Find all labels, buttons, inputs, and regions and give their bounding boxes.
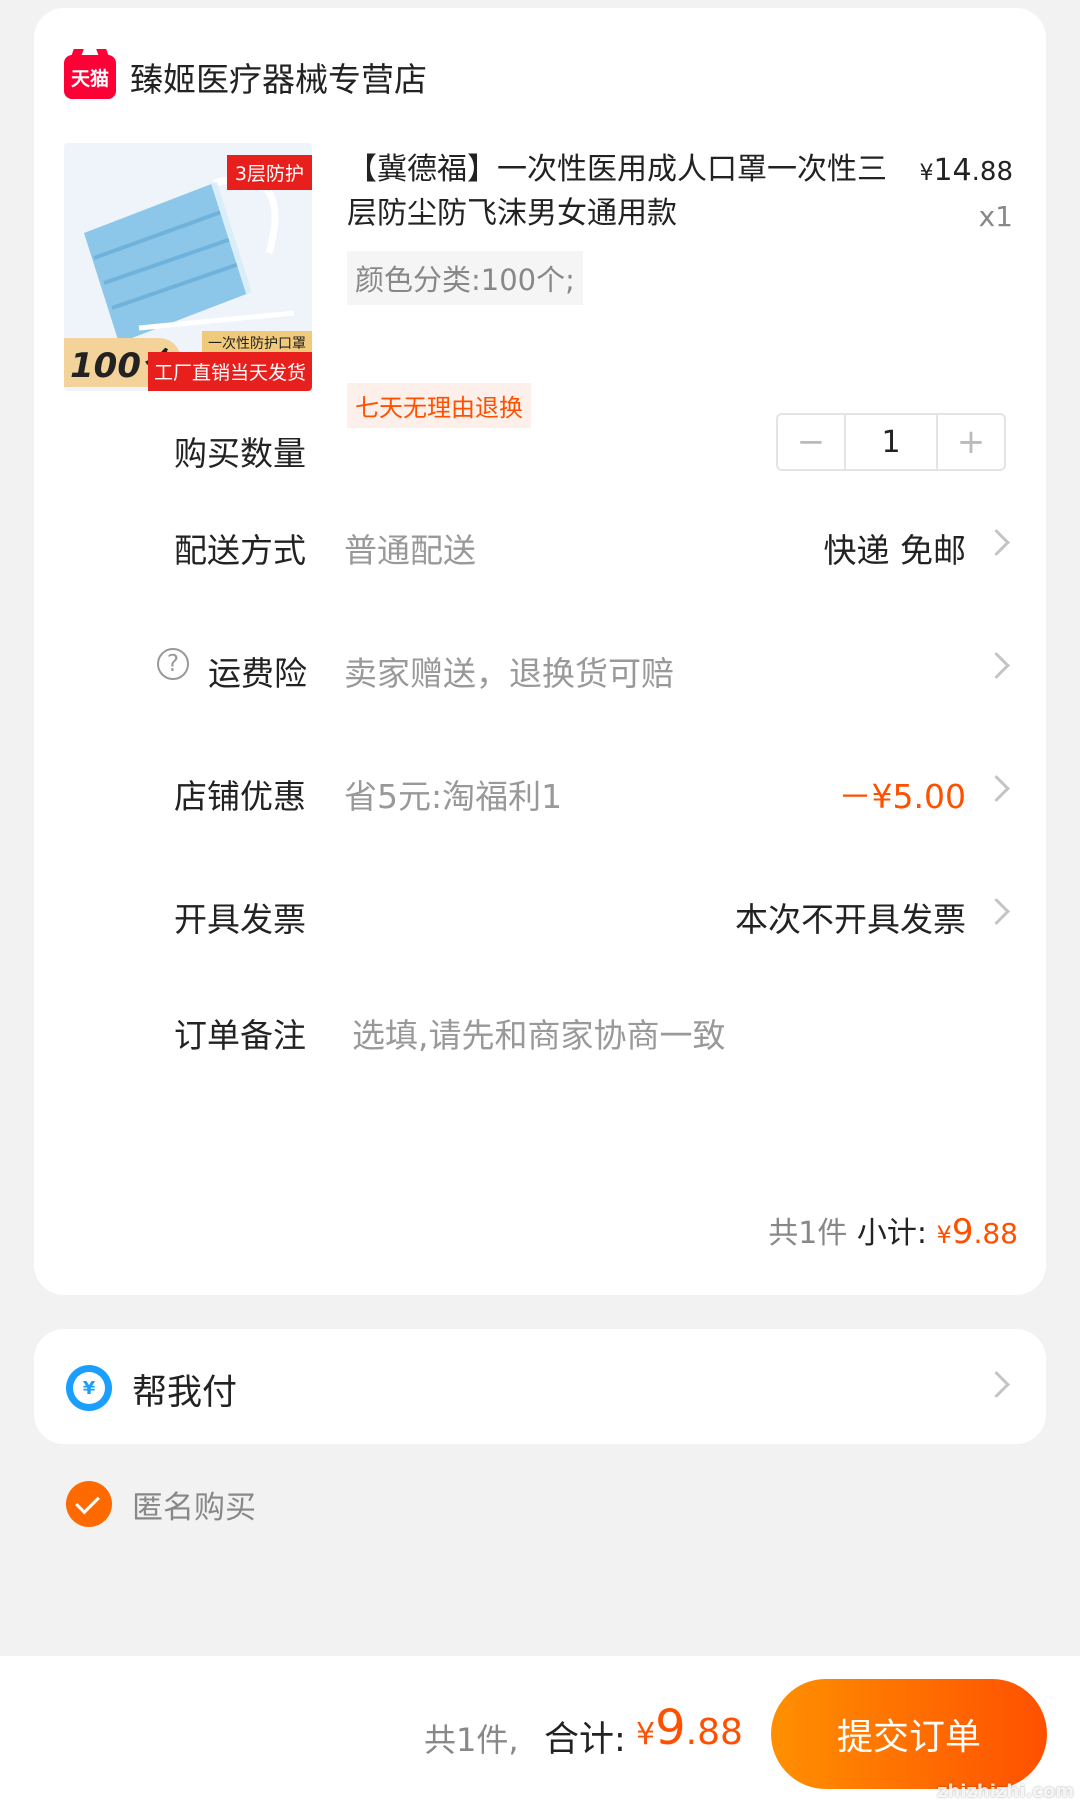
- price-decimal: .88: [971, 157, 1013, 187]
- total-label: 合计:: [544, 1720, 626, 1760]
- delivery-row[interactable]: 配送方式 普通配送 快递 免邮: [34, 510, 1046, 580]
- quantity-row: 购买数量 − 1 +: [34, 413, 1046, 483]
- shipping-insurance-row[interactable]: ? 运费险 卖家赠送，退换货可赔: [34, 633, 1046, 703]
- yuan-coin-icon: ¥: [66, 1365, 112, 1411]
- submit-order-button[interactable]: 提交订单: [771, 1679, 1047, 1789]
- product-price: ¥14.88: [919, 153, 1013, 188]
- quantity-label: 购买数量: [174, 434, 306, 473]
- total-integer: 9: [655, 1700, 686, 1756]
- store-discount-amount: －¥5.00: [838, 777, 966, 816]
- quantity-value[interactable]: 1: [844, 415, 938, 469]
- watermark: zhizhizhi.com: [936, 1781, 1074, 1802]
- thumb-slogan: 工厂直销当天发货: [147, 352, 312, 391]
- total-decimal: .88: [685, 1712, 743, 1753]
- delivery-label: 配送方式: [174, 531, 306, 570]
- chevron-right-icon: [983, 898, 1010, 925]
- decrement-button[interactable]: −: [778, 415, 844, 469]
- product-title[interactable]: 【冀德福】一次性医用成人口罩一次性三层防尘防飞沫男女通用款: [347, 148, 907, 236]
- subtotal-integer: 9: [951, 1212, 974, 1252]
- store-discount-label: 店铺优惠: [174, 777, 306, 816]
- subtotal-label: 小计:: [856, 1216, 927, 1251]
- delivery-value: 快递 免邮: [823, 531, 967, 570]
- anonymous-purchase-label: 匿名购买: [132, 1489, 256, 1526]
- pay-for-me-label: 帮我付: [132, 1373, 238, 1413]
- anonymous-purchase-toggle[interactable]: 匿名购买: [66, 1480, 256, 1528]
- checkout-bar: 共1件, 合计: ¥9.88 提交订单 zhizhizhi.com: [0, 1656, 1080, 1806]
- chevron-right-icon: [983, 529, 1010, 556]
- yuan-glyph: ¥: [73, 1372, 105, 1404]
- store-header[interactable]: 天猫 臻姬医疗器械专营店: [64, 48, 427, 106]
- store-discount-row[interactable]: 店铺优惠 省5元:淘福利1 －¥5.00: [34, 756, 1046, 826]
- subtotal: 共1件 小计: ¥9.88: [768, 1208, 1018, 1252]
- order-note-row: 订单备注 选填,请先和商家协商一致: [34, 995, 1046, 1065]
- tmall-logo-icon: 天猫: [64, 55, 116, 99]
- invoice-row[interactable]: 开具发票 本次不开具发票: [34, 879, 1046, 949]
- total-count: 共1件,: [424, 1721, 519, 1759]
- checkmark-icon[interactable]: [66, 1481, 112, 1527]
- shipping-insurance-desc: 卖家赠送，退换货可赔: [344, 654, 674, 693]
- price-integer: 14: [933, 153, 972, 188]
- subtotal-decimal: .88: [973, 1217, 1018, 1250]
- product-image[interactable]: 3层防护 一次性防护口罩 100个 工厂直销当天发货: [64, 143, 312, 391]
- chevron-right-icon: [983, 652, 1010, 679]
- chevron-right-icon: [983, 775, 1010, 802]
- shipping-insurance-label: 运费险: [208, 654, 307, 693]
- price-currency: ¥: [919, 161, 934, 186]
- store-discount-desc: 省5元:淘福利1: [344, 777, 563, 816]
- invoice-label: 开具发票: [174, 900, 306, 939]
- increment-button[interactable]: +: [938, 415, 1004, 469]
- order-note-label: 订单备注: [174, 1016, 306, 1055]
- store-name[interactable]: 臻姬医疗器械专营店: [130, 53, 427, 101]
- subtotal-count: 共1件: [768, 1216, 848, 1251]
- thumb-tag: 3层防护: [226, 155, 312, 190]
- subtotal-amount: ¥9.88: [937, 1212, 1018, 1252]
- total-amount: ¥9.88: [636, 1700, 743, 1756]
- help-icon[interactable]: ?: [157, 648, 189, 680]
- invoice-value: 本次不开具发票: [735, 900, 966, 939]
- order-card: 天猫 臻姬医疗器械专营店 3层防护 一次性防护口罩 100个 工厂直销当天发货 …: [34, 8, 1046, 1295]
- sku-chip[interactable]: 颜色分类:100个;: [347, 251, 583, 305]
- chevron-right-icon: [983, 1371, 1010, 1398]
- total-currency: ¥: [636, 1717, 656, 1752]
- order-note-input[interactable]: 选填,请先和商家协商一致: [352, 1009, 726, 1057]
- subtotal-currency: ¥: [936, 1221, 952, 1249]
- quantity-stepper[interactable]: − 1 +: [776, 413, 1006, 471]
- product-quantity: x1: [978, 200, 1013, 233]
- delivery-method: 普通配送: [344, 531, 476, 570]
- pay-for-me-card[interactable]: ¥ 帮我付: [34, 1329, 1046, 1444]
